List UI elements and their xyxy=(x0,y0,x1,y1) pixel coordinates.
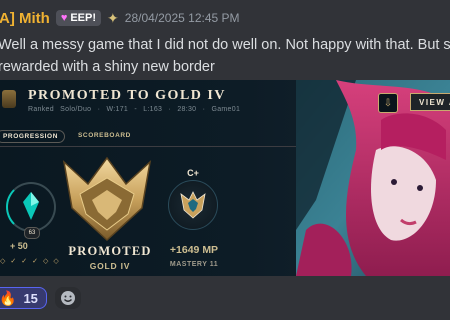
mastery-emblem-icon xyxy=(180,191,206,219)
message-header: [A] Mith ♥ EEP! ✦ 28/04/2025 12:45 PM xyxy=(0,6,240,30)
mastery-level: MASTERY 11 xyxy=(169,261,219,268)
grade-label: C+ xyxy=(187,168,199,178)
reaction-count: 15 xyxy=(23,290,38,306)
guild-tag-badge[interactable]: ♥ EEP! xyxy=(55,10,102,26)
add-reaction-button[interactable] xyxy=(54,287,81,309)
crystal-icon xyxy=(23,192,39,220)
embedded-image[interactable]: PROMOTED TO GOLD IV Ranked Solo/Duo · W:… xyxy=(0,80,450,276)
embed-header: PROMOTED TO GOLD IV Ranked Solo/Duo · W:… xyxy=(0,80,450,124)
divider xyxy=(0,146,296,147)
lp-change: + 50 xyxy=(10,241,28,251)
pip-icon: ◇ xyxy=(0,258,6,265)
embed-tabs: PROGRESSION SCOREBOARD xyxy=(0,130,134,143)
timestamp: 28/04/2025 12:45 PM xyxy=(124,11,240,25)
role-crest-icon[interactable]: ✦ xyxy=(107,10,119,27)
view-button[interactable]: VIEW A xyxy=(410,93,450,111)
promoted-label: PROMOTED xyxy=(68,244,152,258)
heart-icon: ♥ xyxy=(60,12,68,24)
lp-change-value: + 50 xyxy=(10,241,28,251)
lp-badge: 63 xyxy=(24,227,40,239)
reaction-bar: 🔥 15 xyxy=(0,287,81,309)
username[interactable]: [A] Mith xyxy=(0,10,50,27)
tab-progression[interactable]: PROGRESSION xyxy=(0,130,65,143)
fire-icon: 🔥 xyxy=(0,289,17,306)
reaction-fire[interactable]: 🔥 15 xyxy=(0,287,47,309)
tab-scoreboard[interactable]: SCOREBOARD xyxy=(75,130,134,143)
smiley-icon xyxy=(60,291,75,305)
pip-icon: ✓ xyxy=(21,258,28,265)
gold-rank-emblem xyxy=(62,156,152,242)
rank-label: GOLD IV xyxy=(89,261,131,271)
rank-emblem-icon xyxy=(2,90,16,108)
pip-icon: ◇ xyxy=(43,258,49,265)
message-line: Well a messy game that I did not do well… xyxy=(0,37,450,53)
download-icon[interactable]: ⇩ xyxy=(378,93,398,113)
message-line: rewarded with a shiny new border xyxy=(0,59,215,75)
match-subtitle: Ranked Solo/Duo · W:171 - L:163 · 28:30 … xyxy=(28,106,241,113)
promo-progress-pips: ◇ ✓ ✓ ✓ ◇ ◇ xyxy=(0,257,59,265)
mastery-points: +1649 MP xyxy=(169,244,219,256)
embed-title: PROMOTED TO GOLD IV xyxy=(28,88,226,103)
pip-icon: ✓ xyxy=(32,258,39,265)
message-text: Well a messy game that I did not do well… xyxy=(0,34,450,78)
pip-icon: ◇ xyxy=(53,258,59,265)
pip-icon: ✓ xyxy=(10,258,17,265)
badge-label: EEP! xyxy=(70,12,97,24)
